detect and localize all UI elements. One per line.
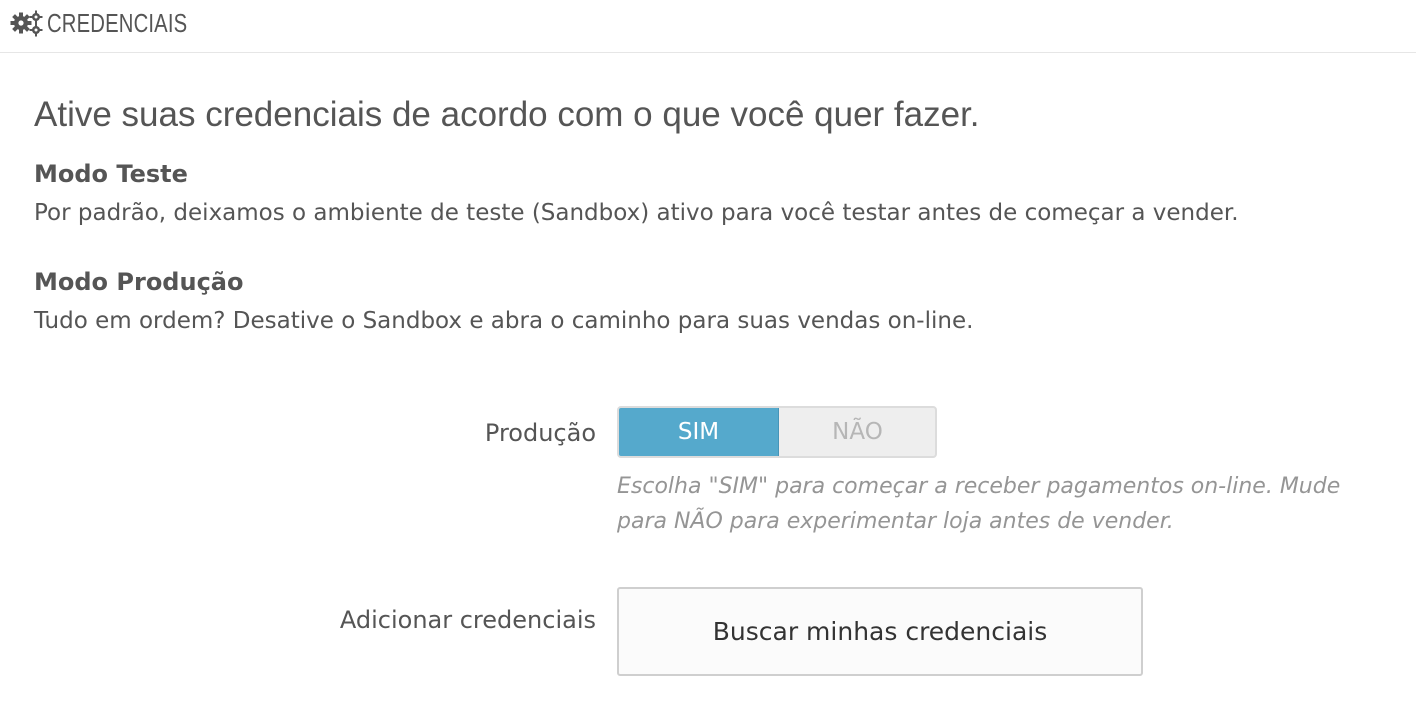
production-mode-description: Tudo em ordem? Desative o Sandbox e abra… (34, 308, 974, 334)
add-credentials-label: Adicionar credenciais (339, 606, 596, 634)
production-yes-option[interactable]: SIM (619, 408, 779, 456)
intro-text: Ative suas credenciais de acordo com o q… (34, 95, 980, 134)
panel-heading: CREDENCIAIS (0, 0, 1416, 53)
production-label: Produção (484, 419, 596, 447)
production-toggle[interactable]: SIM NÃO (617, 406, 937, 458)
production-mode-title: Modo Produção (34, 268, 244, 296)
production-help-text: Escolha "SIM" para começar a receber pag… (617, 474, 1341, 534)
panel-title: CREDENCIAIS (47, 8, 188, 38)
test-mode-title: Modo Teste (34, 160, 188, 188)
fetch-credentials-button[interactable]: Buscar minhas credenciais (617, 587, 1143, 676)
gears-icon (10, 10, 43, 37)
test-mode-description: Por padrão, deixamos o ambiente de teste… (34, 200, 1239, 226)
production-no-option[interactable]: NÃO (778, 408, 935, 456)
